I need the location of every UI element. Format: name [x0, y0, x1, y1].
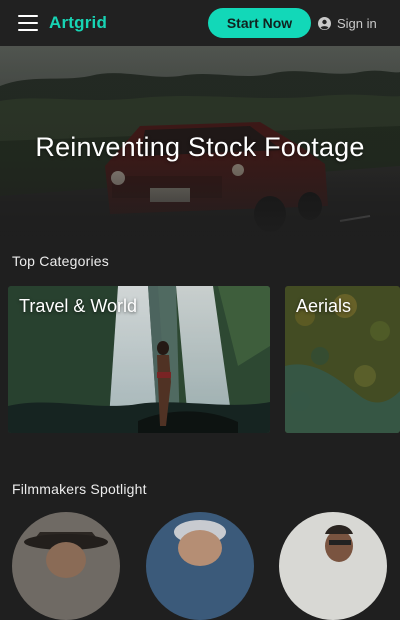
category-card-travel-world[interactable]: Travel & World [8, 286, 270, 433]
top-categories-heading: Top Categories [12, 253, 109, 269]
filmmaker-photo [146, 512, 254, 620]
user-circle-icon [318, 16, 331, 30]
menu-icon[interactable] [18, 15, 38, 31]
sign-in-link[interactable]: Sign in [318, 14, 377, 32]
filmmaker-avatar[interactable] [146, 512, 254, 620]
category-label: Aerials [296, 296, 352, 316]
logo-text: Artgrid [49, 13, 108, 32]
category-card-aerials[interactable]: Aerials [285, 286, 400, 433]
artgrid-logo[interactable]: Artgrid [49, 12, 107, 34]
hero-title: Reinventing Stock Footage [35, 132, 365, 162]
filmmaker-avatar[interactable] [12, 512, 120, 620]
start-now-button[interactable]: Start Now [208, 8, 311, 38]
category-label: Travel & World [19, 296, 138, 316]
sign-in-label: Sign in [337, 15, 377, 31]
top-header: Artgrid Start Now Sign in [0, 0, 400, 46]
filmmaker-photo [12, 512, 120, 620]
filmmakers-spotlight-heading: Filmmakers Spotlight [12, 481, 147, 497]
filmmaker-avatar[interactable] [279, 512, 387, 620]
filmmaker-photo [279, 512, 387, 620]
hero-banner: Reinventing Stock Footage [0, 46, 400, 244]
